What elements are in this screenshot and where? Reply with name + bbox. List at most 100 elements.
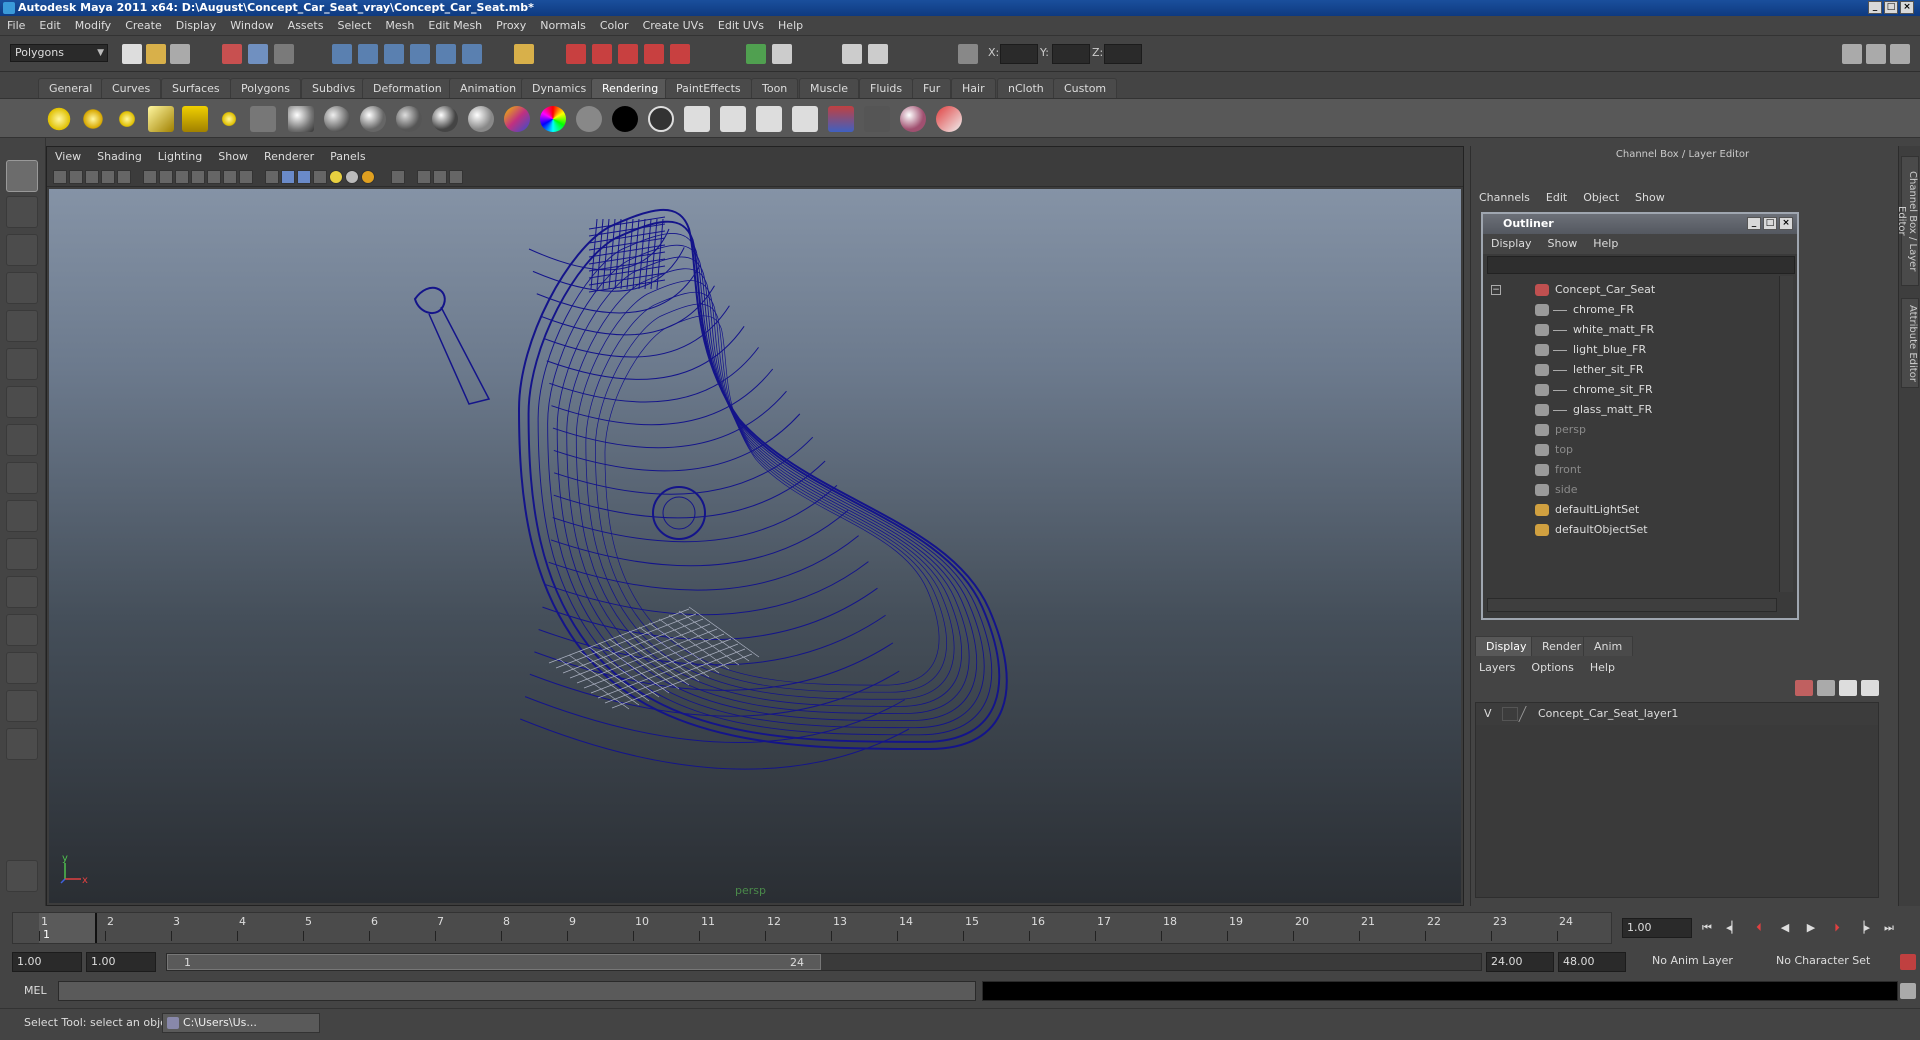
last-tool-icon[interactable] [6,500,38,532]
outliner-item[interactable]: front [1483,460,1773,480]
menu-edit-mesh[interactable]: Edit Mesh [421,16,489,36]
outliner-item[interactable]: − Concept_Car_Seat [1483,280,1773,300]
hypershade-persp-layout-icon[interactable] [6,690,38,722]
new-scene-icon[interactable] [122,44,142,64]
render-settings-shelf-icon[interactable] [684,106,710,132]
snap-to-curve-icon[interactable] [358,44,378,64]
outliner-item[interactable]: lether_sit_FR [1483,360,1773,380]
area-light-icon[interactable] [182,106,208,132]
wireframe-on-shaded-icon[interactable] [297,170,311,184]
grid-icon[interactable] [143,170,157,184]
select-tool-icon[interactable] [6,160,38,192]
persp-outliner-layout-icon[interactable] [6,614,38,646]
snap-to-grid-icon[interactable] [332,44,352,64]
outliner-menu-show[interactable]: Show [1540,234,1586,254]
tool-settings-toggle-icon[interactable] [1866,44,1886,64]
bookmarks-icon[interactable] [85,170,99,184]
shelf-tab-painteffects[interactable]: PaintEffects [665,78,752,98]
history-icon[interactable] [462,44,482,64]
select-by-object-icon[interactable] [248,44,268,64]
show-hide-tool-settings-icon[interactable] [842,44,862,64]
go-to-end-icon[interactable]: ⏭ [1880,920,1898,936]
layered-shader-icon[interactable] [540,106,566,132]
make-live-icon[interactable] [436,44,456,64]
shelf-tab-ncloth[interactable]: nCloth [997,78,1055,98]
layer-tab-display[interactable]: Display [1475,636,1538,656]
paint-effects-render-icon[interactable] [900,106,926,132]
film-gate-icon[interactable] [159,170,173,184]
two-d-pan-zoom-icon[interactable] [117,170,131,184]
outliner-menu-help[interactable]: Help [1585,234,1626,254]
paint-select-tool-icon[interactable] [6,234,38,266]
step-forward-key-icon[interactable]: ⏵ [1828,920,1846,936]
camera-create-icon[interactable] [250,106,276,132]
save-scene-icon[interactable] [170,44,190,64]
outliner-minimize-button[interactable]: _ [1747,217,1761,230]
construction-history-icon[interactable] [514,44,534,64]
side-tab-channel-box[interactable]: Channel Box / Layer Editor [1896,156,1919,286]
shelf-tab-animation[interactable]: Animation [449,78,528,98]
smooth-shade-icon[interactable] [281,170,295,184]
move-layer-up-icon[interactable] [1839,680,1857,696]
render-view-icon[interactable] [670,44,690,64]
show-hide-attribute-editor-icon[interactable] [772,44,792,64]
3d-paint-tool-icon[interactable] [936,106,962,132]
go-to-start-icon[interactable]: ⏮ [1698,920,1716,936]
layer-color-swatch[interactable] [1518,706,1538,722]
single-pane-layout-icon[interactable] [6,538,38,570]
xray-joints-icon[interactable] [433,170,447,184]
ambient-light-icon[interactable] [46,106,72,132]
shading-map-icon[interactable] [648,106,674,132]
panel-menu-show[interactable]: Show [210,147,256,167]
outliner-close-button[interactable]: × [1779,217,1793,230]
outliner-item[interactable]: defaultLightSet [1483,500,1773,520]
render-view-shelf-icon[interactable] [756,106,782,132]
layer-type-toggle[interactable] [1502,707,1518,721]
layer-menu-options[interactable]: Options [1523,658,1581,678]
scale-tool-icon[interactable] [6,348,38,380]
animation-end-field[interactable]: 48.00 [1558,952,1626,972]
menu-window[interactable]: Window [223,16,280,36]
custom-tool-icon[interactable] [6,860,38,892]
new-layer-icon[interactable] [1795,680,1813,696]
phonge-shader-icon[interactable] [432,106,458,132]
outliner-horizontal-scrollbar[interactable] [1487,598,1777,612]
step-forward-frame-icon[interactable]: ▕▸ [1854,920,1872,936]
outliner-item[interactable]: chrome_FR [1483,300,1773,320]
shelf-tab-fur[interactable]: Fur [912,78,952,98]
shelf-tab-deformation[interactable]: Deformation [362,78,453,98]
isolate-select-icon[interactable] [391,170,405,184]
layer-menu-layers[interactable]: Layers [1471,658,1523,678]
shelf-tab-fluids[interactable]: Fluids [859,78,914,98]
lasso-tool-icon[interactable] [6,196,38,228]
volume-light-icon[interactable] [216,106,242,132]
shelf-tab-curves[interactable]: Curves [101,78,162,98]
cb-menu-edit[interactable]: Edit [1538,188,1575,208]
collapse-toggle-icon[interactable]: − [1491,285,1501,295]
xray-icon[interactable] [417,170,431,184]
outliner-item[interactable]: glass_matt_FR [1483,400,1773,420]
four-pane-layout-icon[interactable] [6,576,38,608]
default-light-icon[interactable] [361,170,375,184]
shadows-icon[interactable] [345,170,359,184]
render-region-icon[interactable] [864,106,890,132]
side-tab-attribute-editor[interactable]: Attribute Editor [1901,298,1919,388]
outliner-item[interactable]: white_matt_FR [1483,320,1773,340]
show-manipulator-icon[interactable] [6,462,38,494]
step-back-frame-icon[interactable]: ◂▏ [1724,920,1742,936]
menu-normals[interactable]: Normals [533,16,593,36]
menu-edit-uvs[interactable]: Edit UVs [711,16,771,36]
outliner-item[interactable]: top [1483,440,1773,460]
outliner-filter-field[interactable] [1487,256,1795,274]
cb-menu-show[interactable]: Show [1627,188,1673,208]
universal-manipulator-icon[interactable] [6,386,38,418]
seat-wireframe-model[interactable] [49,189,1461,903]
menu-set-dropdown[interactable]: Polygons ▼ [10,44,108,62]
snap-to-view-plane-icon[interactable] [410,44,430,64]
menu-display[interactable]: Display [169,16,224,36]
outliner-item[interactable]: side [1483,480,1773,500]
textured-icon[interactable] [313,170,327,184]
play-forwards-icon[interactable]: ▶ [1802,920,1820,936]
range-slider-handle[interactable]: 1 24 [167,954,821,970]
point-light-icon[interactable] [114,106,140,132]
